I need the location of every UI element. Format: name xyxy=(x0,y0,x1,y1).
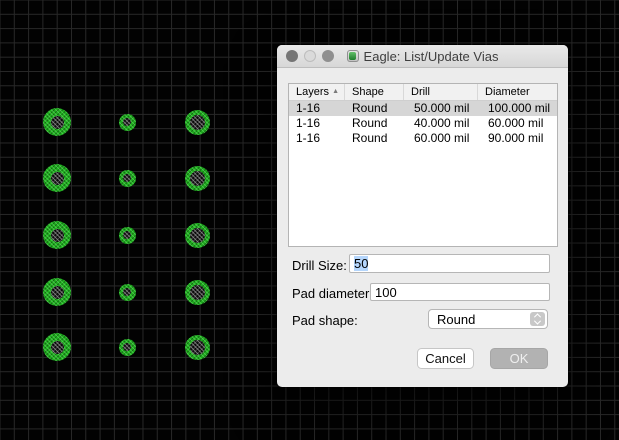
via-pad[interactable] xyxy=(119,170,136,187)
table-row[interactable]: 1-16 Round 50.000 mil 100.000 mil xyxy=(289,101,557,116)
close-window-icon[interactable] xyxy=(286,50,298,62)
via-drill-hole xyxy=(123,288,131,296)
ok-button[interactable]: OK xyxy=(490,348,548,369)
via-drill-hole xyxy=(123,231,131,239)
pad-diameter-label: Pad diameter: xyxy=(292,286,373,301)
via-pad[interactable] xyxy=(43,278,71,306)
cell-diameter: 60.000 mil xyxy=(478,116,557,131)
cell-layers: 1-16 xyxy=(289,131,345,146)
sort-ascending-icon: ▲ xyxy=(332,84,339,100)
via-drill-hole xyxy=(51,229,64,242)
via-pad[interactable] xyxy=(119,114,136,131)
column-header-layers[interactable]: Layers ▲ xyxy=(289,84,345,100)
drill-size-label: Drill Size: xyxy=(292,258,347,273)
via-drill-hole xyxy=(190,340,205,355)
via-pad[interactable] xyxy=(185,223,210,248)
via-pad[interactable] xyxy=(119,227,136,244)
cell-layers: 1-16 xyxy=(289,101,345,116)
via-pad[interactable] xyxy=(43,333,71,361)
via-pad[interactable] xyxy=(43,164,71,192)
dialog-title: Eagle: List/Update Vias xyxy=(364,49,499,64)
cell-drill: 60.000 mil xyxy=(404,131,478,146)
via-pad[interactable] xyxy=(119,284,136,301)
via-drill-hole xyxy=(190,285,205,300)
pad-shape-value: Round xyxy=(437,312,475,327)
via-drill-hole xyxy=(51,116,64,129)
dropdown-stepper-icon xyxy=(530,312,545,326)
column-header-diameter[interactable]: Diameter xyxy=(478,84,557,100)
cell-shape: Round xyxy=(345,116,404,131)
via-pad[interactable] xyxy=(185,110,210,135)
list-update-vias-dialog: Eagle: List/Update Vias Layers ▲ Shape D… xyxy=(277,45,568,387)
via-pad[interactable] xyxy=(185,335,210,360)
via-drill-hole xyxy=(190,228,205,243)
dialog-titlebar[interactable]: Eagle: List/Update Vias xyxy=(277,45,568,68)
chevron-down-icon xyxy=(534,318,541,325)
drill-size-value: 50 xyxy=(354,256,368,271)
cell-drill: 50.000 mil xyxy=(404,101,478,116)
via-pad[interactable] xyxy=(119,339,136,356)
via-drill-hole xyxy=(123,343,131,351)
via-drill-hole xyxy=(51,341,64,354)
cell-diameter: 100.000 mil xyxy=(478,101,557,116)
pad-diameter-value: 100 xyxy=(375,285,397,300)
cancel-button[interactable]: Cancel xyxy=(417,348,474,369)
minimize-window-icon[interactable] xyxy=(304,50,316,62)
cell-layers: 1-16 xyxy=(289,116,345,131)
via-drill-hole xyxy=(190,115,205,130)
table-row[interactable]: 1-16 Round 60.000 mil 90.000 mil xyxy=(289,131,557,146)
via-drill-hole xyxy=(123,174,131,182)
vias-table[interactable]: Layers ▲ Shape Drill Diameter 1-16 Round… xyxy=(288,83,558,247)
via-pad[interactable] xyxy=(43,221,71,249)
pad-diameter-input[interactable]: 100 xyxy=(370,283,550,301)
via-pad[interactable] xyxy=(185,280,210,305)
column-header-drill[interactable]: Drill xyxy=(404,84,478,100)
column-header-shape[interactable]: Shape xyxy=(345,84,404,100)
via-drill-hole xyxy=(190,171,205,186)
via-drill-hole xyxy=(51,286,64,299)
table-row[interactable]: 1-16 Round 40.000 mil 60.000 mil xyxy=(289,116,557,131)
via-pad[interactable] xyxy=(185,166,210,191)
pad-shape-dropdown[interactable]: Round xyxy=(428,309,548,329)
pad-shape-label: Pad shape: xyxy=(292,313,358,328)
cell-shape: Round xyxy=(345,101,404,116)
vias-table-header: Layers ▲ Shape Drill Diameter xyxy=(289,84,557,101)
via-drill-hole xyxy=(51,172,64,185)
cell-shape: Round xyxy=(345,131,404,146)
zoom-window-icon[interactable] xyxy=(322,50,334,62)
cell-drill: 40.000 mil xyxy=(404,116,478,131)
cell-diameter: 90.000 mil xyxy=(478,131,557,146)
window-controls xyxy=(286,50,334,62)
via-drill-hole xyxy=(123,118,131,126)
eagle-app-icon xyxy=(347,50,359,62)
via-pad[interactable] xyxy=(43,108,71,136)
drill-size-input[interactable]: 50 xyxy=(349,254,550,273)
